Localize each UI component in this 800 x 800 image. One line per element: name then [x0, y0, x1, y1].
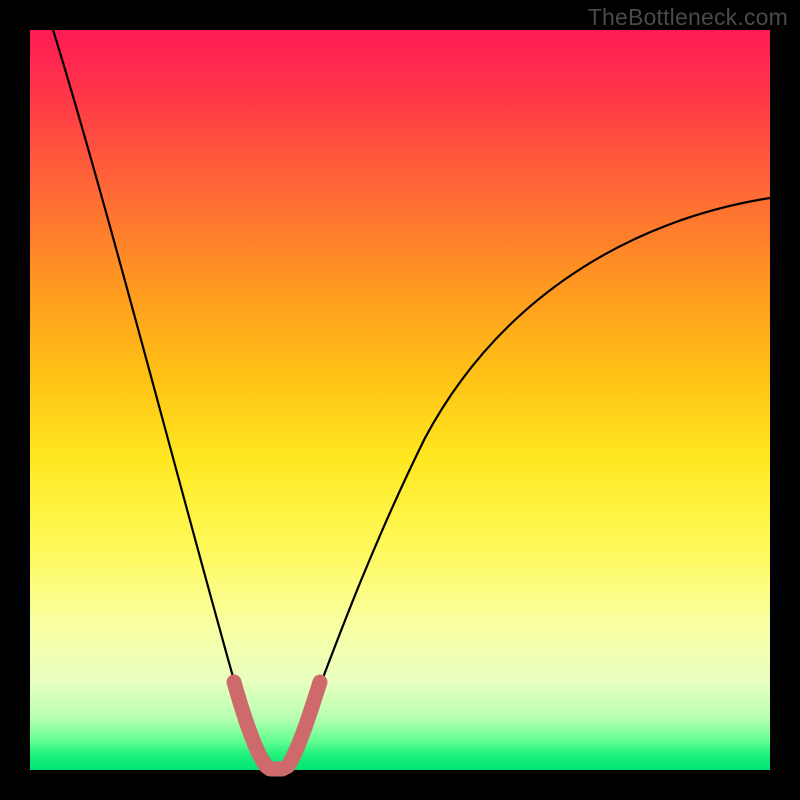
curves-svg — [30, 30, 770, 770]
valley-highlight — [234, 682, 320, 769]
plot-area — [30, 30, 770, 770]
left-curve — [50, 20, 266, 767]
right-curve — [288, 198, 770, 767]
chart-frame: TheBottleneck.com — [0, 0, 800, 800]
watermark-text: TheBottleneck.com — [588, 4, 788, 31]
